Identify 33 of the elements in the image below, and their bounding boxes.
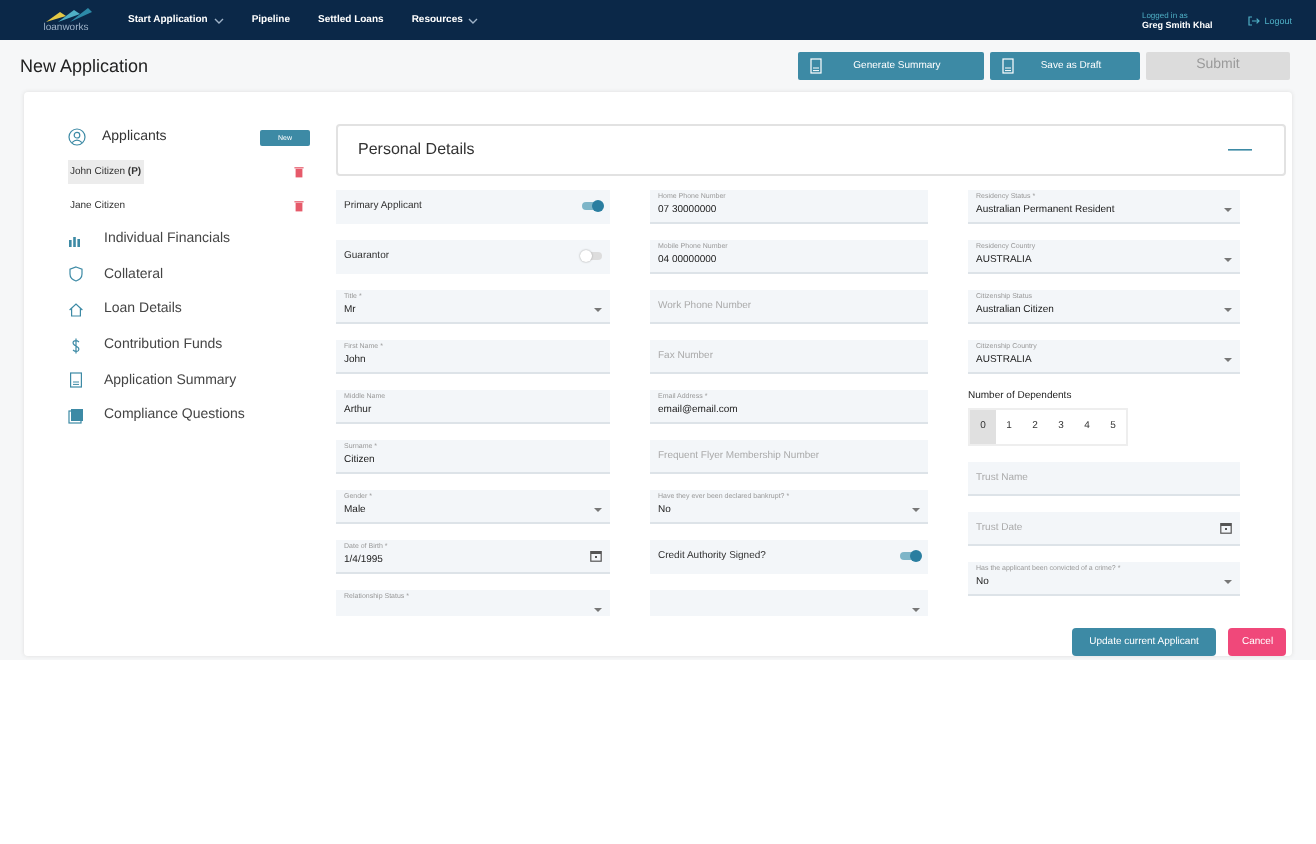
- document-icon: [1002, 57, 1014, 73]
- caret-icon: [1224, 207, 1232, 212]
- caret-icon: [1224, 357, 1232, 362]
- toggle-switch[interactable]: [582, 202, 602, 211]
- document-icon: [68, 372, 84, 389]
- caret-icon: [1224, 579, 1232, 584]
- toggle-switch[interactable]: [582, 252, 602, 261]
- trash-icon[interactable]: [294, 165, 304, 177]
- dollar-icon: [68, 337, 84, 354]
- caret-icon: [594, 307, 602, 312]
- section-title: Personal Details: [358, 140, 475, 159]
- toggle-switch[interactable]: [900, 552, 920, 561]
- caret-icon: [1224, 257, 1232, 262]
- bar-chart-icon: [68, 231, 84, 248]
- collapse-icon[interactable]: [1228, 147, 1252, 152]
- calendar-icon: [1220, 521, 1232, 534]
- book-icon: [68, 407, 84, 424]
- caret-icon: [468, 17, 479, 23]
- select-field[interactable]: [650, 589, 928, 616]
- user-icon: [68, 128, 86, 146]
- house-icon: [68, 301, 84, 318]
- caret-icon: [912, 607, 920, 612]
- logout-icon: [1248, 15, 1261, 25]
- caret-icon: [912, 507, 920, 512]
- caret-icon: [594, 607, 602, 612]
- trash-icon[interactable]: [294, 199, 304, 211]
- caret-icon: [213, 17, 224, 23]
- page-title: New Application: [20, 55, 151, 75]
- caret-icon: [594, 507, 602, 512]
- caret-icon: [1224, 307, 1232, 312]
- shield-icon: [68, 266, 84, 283]
- calendar-icon: [590, 549, 602, 562]
- document-icon: [810, 57, 822, 73]
